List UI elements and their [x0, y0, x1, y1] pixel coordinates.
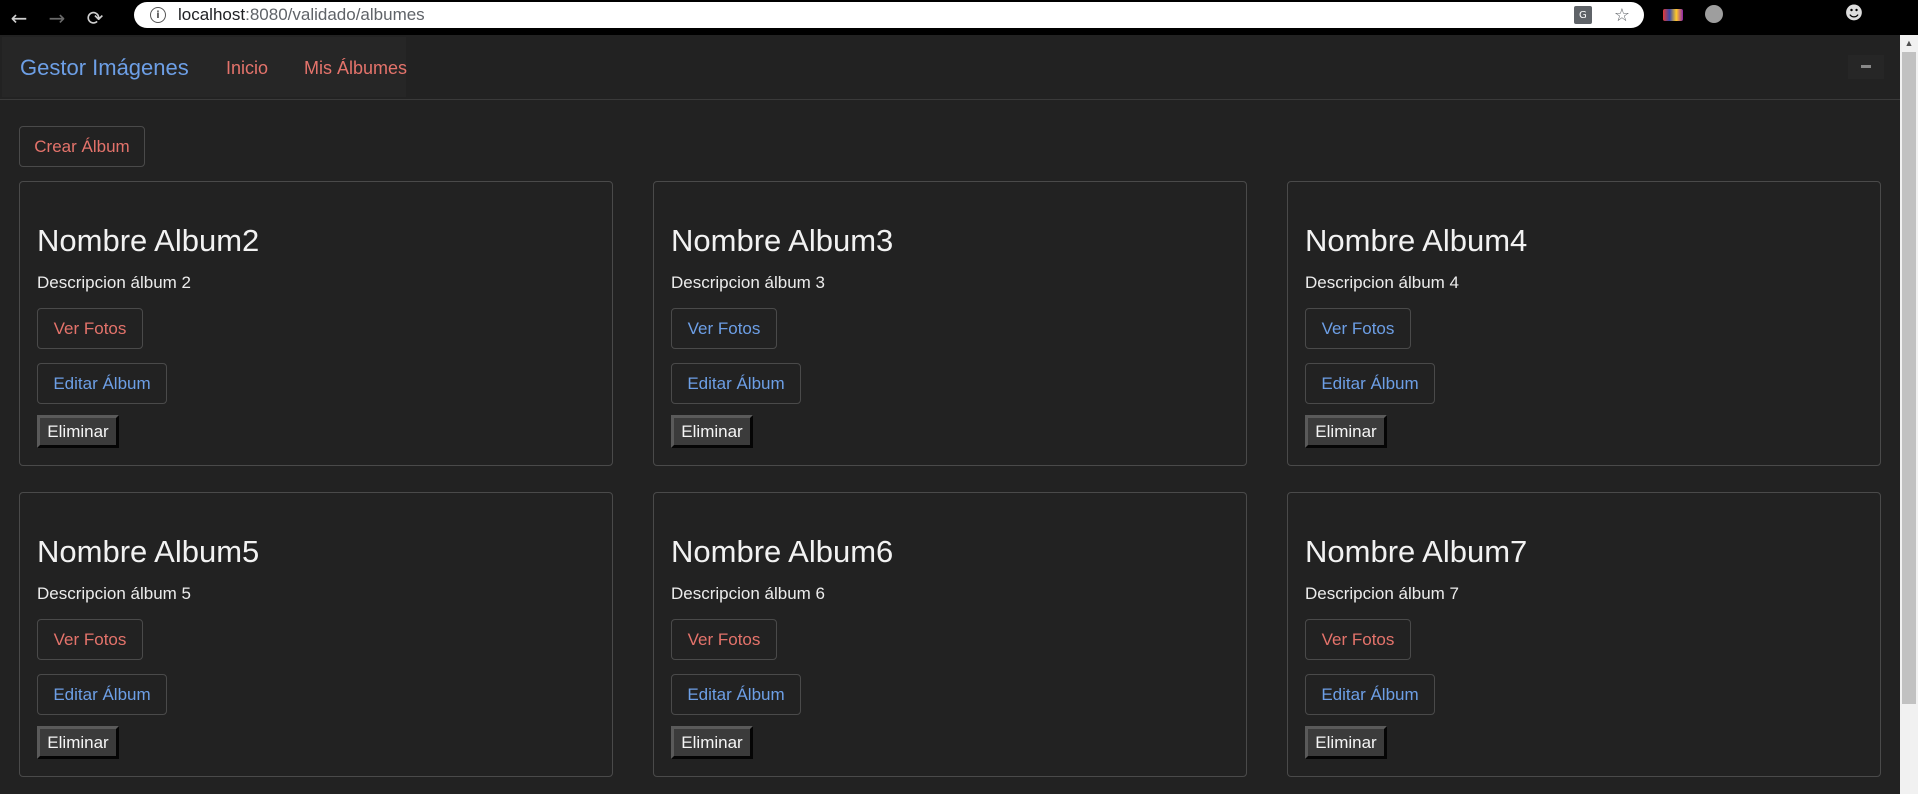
album-card: Nombre Album4 Descripcion álbum 4 Ver Foto…: [1287, 181, 1881, 466]
scroll-up-arrow-icon[interactable]: ▲: [1900, 35, 1918, 51]
delete-album-button[interactable]: Eliminar: [1305, 726, 1387, 759]
view-photos-button[interactable]: Ver Fotos: [671, 308, 777, 349]
edit-album-button[interactable]: Editar Álbum: [1305, 674, 1435, 715]
translate-icon[interactable]: G: [1573, 6, 1592, 24]
album-title: Nombre Album2: [37, 223, 260, 258]
browser-toolbar: ← → ⟳ i localhost:8080/validado/albumes …: [0, 0, 1918, 35]
album-title: Nombre Album7: [1305, 534, 1528, 569]
album-title: Nombre Album4: [1305, 223, 1528, 258]
info-icon[interactable]: i: [150, 7, 166, 23]
album-description: Descripcion álbum 7: [1305, 584, 1460, 603]
album-title: Nombre Album6: [671, 534, 894, 569]
album-description: Descripcion álbum 6: [671, 584, 826, 603]
page-scrollbar[interactable]: ▲: [1900, 35, 1918, 794]
edit-album-button[interactable]: Editar Álbum: [1305, 363, 1435, 404]
edit-album-button[interactable]: Editar Álbum: [671, 363, 801, 404]
forward-icon[interactable]: →: [38, 6, 76, 30]
url-host: localhost: [178, 5, 246, 24]
album-title: Nombre Album3: [671, 223, 894, 258]
reload-icon[interactable]: ⟳: [76, 6, 114, 30]
delete-album-button[interactable]: Eliminar: [1305, 415, 1387, 448]
album-description: Descripcion álbum 4: [1305, 273, 1460, 292]
profile-icon[interactable]: ☻: [1843, 3, 1865, 27]
extension-moon-icon[interactable]: [1705, 5, 1723, 23]
nav-link-mis-albumes[interactable]: Mis Álbumes: [304, 58, 407, 79]
address-bar[interactable]: i localhost:8080/validado/albumes G ☆: [134, 2, 1644, 28]
navbar-toggler-button[interactable]: [1848, 55, 1884, 79]
album-card: Nombre Album3 Descripcion álbum 3 Ver Foto…: [653, 181, 1247, 466]
delete-album-button[interactable]: Eliminar: [37, 726, 119, 759]
delete-album-button[interactable]: Eliminar: [671, 415, 753, 448]
edit-album-button[interactable]: Editar Álbum: [37, 363, 167, 404]
edit-album-button[interactable]: Editar Álbum: [37, 674, 167, 715]
extension-icon[interactable]: [1663, 9, 1683, 21]
url-path: :8080/validado/albumes: [245, 5, 425, 24]
brand-link[interactable]: Gestor Imágenes: [20, 55, 189, 81]
url-text[interactable]: localhost:8080/validado/albumes: [178, 5, 425, 25]
create-album-button[interactable]: Crear Álbum: [19, 126, 145, 167]
album-card: Nombre Album5 Descripcion álbum 5 Ver Foto…: [19, 492, 613, 777]
app-navbar: Gestor Imágenes Inicio Mis Álbumes: [0, 35, 1900, 100]
view-photos-button[interactable]: Ver Fotos: [671, 619, 777, 660]
star-icon[interactable]: ☆: [1614, 5, 1630, 26]
album-card: Nombre Album7 Descripcion álbum 7 Ver Foto…: [1287, 492, 1881, 777]
view-photos-button[interactable]: Ver Fotos: [37, 619, 143, 660]
album-card: Nombre Album2 Descripcion álbum 2 Ver Foto…: [19, 181, 613, 466]
album-description: Descripcion álbum 3: [671, 273, 826, 292]
view-photos-button[interactable]: Ver Fotos: [1305, 308, 1411, 349]
nav-link-inicio[interactable]: Inicio: [226, 58, 268, 79]
album-title: Nombre Album5: [37, 534, 260, 569]
delete-album-button[interactable]: Eliminar: [37, 415, 119, 448]
album-description: Descripcion álbum 5: [37, 584, 192, 603]
menu-icon: [1861, 65, 1871, 68]
view-photos-button[interactable]: Ver Fotos: [37, 308, 143, 349]
scroll-thumb[interactable]: [1902, 52, 1916, 704]
edit-album-button[interactable]: Editar Álbum: [671, 674, 801, 715]
view-photos-button[interactable]: Ver Fotos: [1305, 619, 1411, 660]
album-card: Nombre Album6 Descripcion álbum 6 Ver Foto…: [653, 492, 1247, 777]
back-icon[interactable]: ←: [0, 6, 38, 30]
album-description: Descripcion álbum 2: [37, 273, 192, 292]
delete-album-button[interactable]: Eliminar: [671, 726, 753, 759]
